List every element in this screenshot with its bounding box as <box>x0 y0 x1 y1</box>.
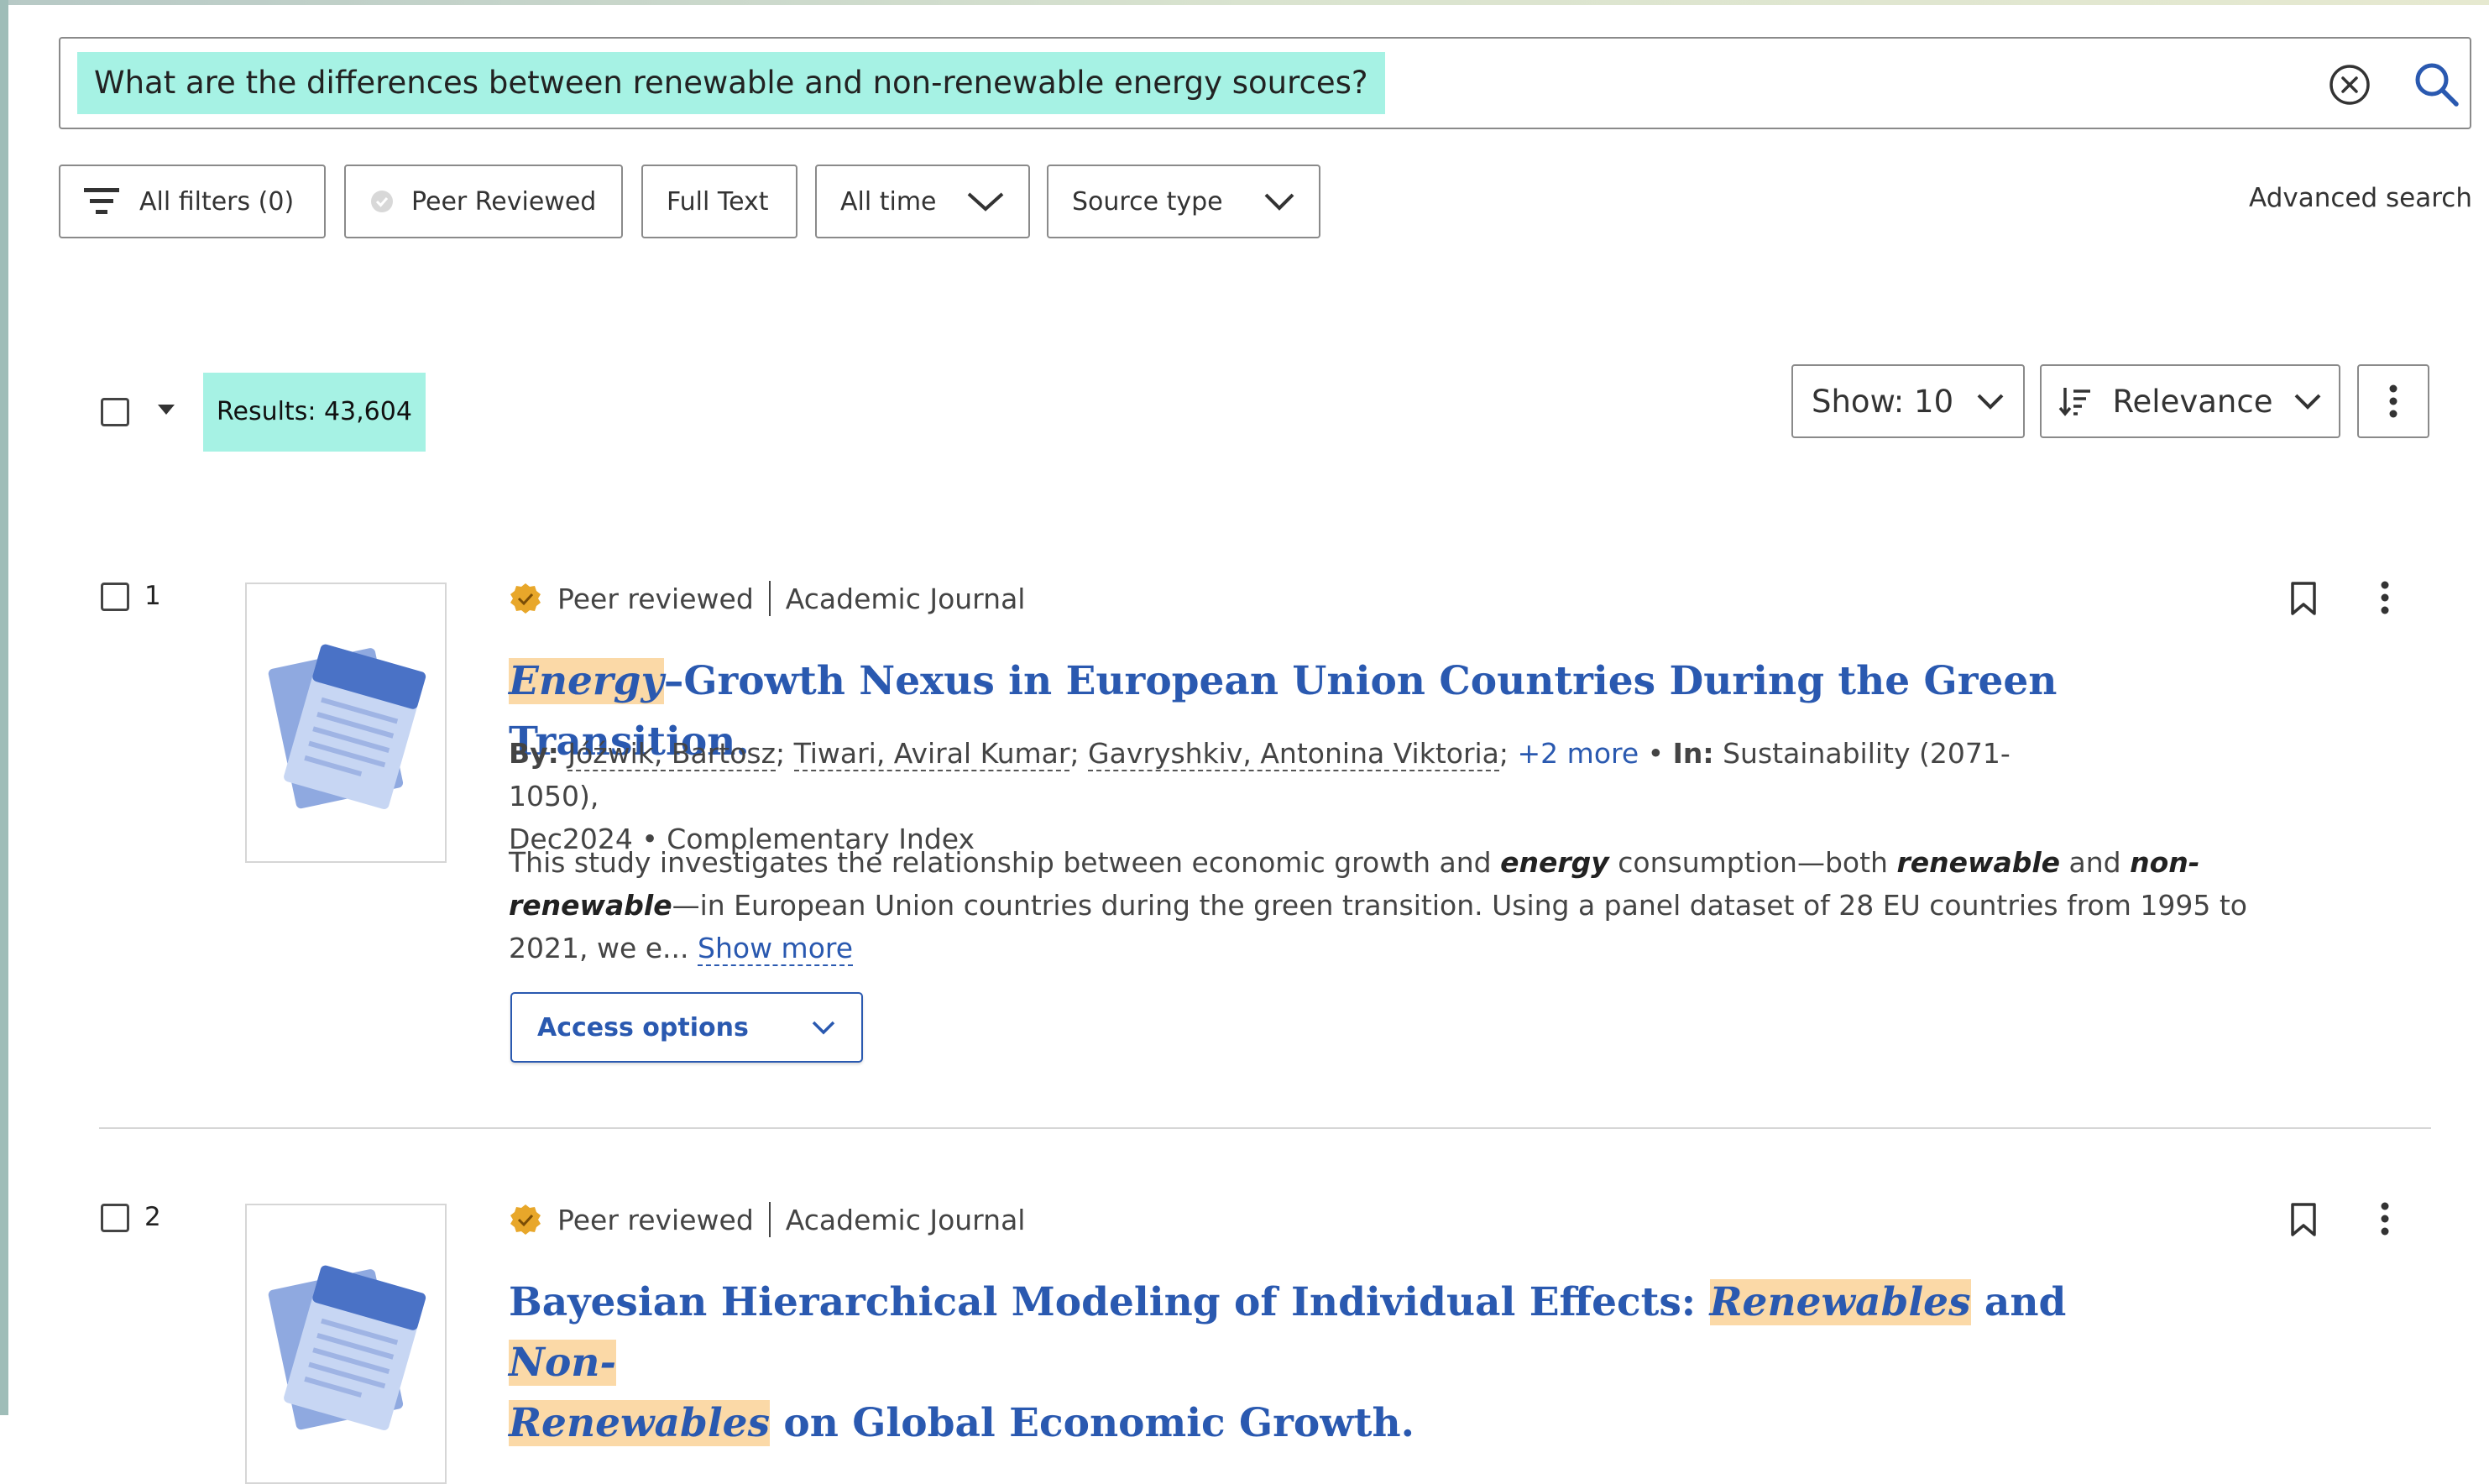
peer-reviewed-check-icon <box>371 191 393 212</box>
author-link[interactable]: Gavryshkiv, Antonina Viktoria <box>1088 737 1499 771</box>
bookmark-icon[interactable] <box>2290 581 2317 616</box>
select-menu-caret-icon[interactable] <box>156 403 176 416</box>
abstract-text: consumption—both <box>1608 846 1897 879</box>
chevron-down-icon <box>1977 394 2004 410</box>
abstract-text: This study investigates the relationship… <box>509 846 1501 879</box>
meta-separator <box>768 581 771 616</box>
result-meta: Peer reviewed Academic Journal <box>509 1202 1025 1237</box>
source-type-label: Source type <box>1072 186 1223 217</box>
chevron-down-icon <box>967 192 1004 212</box>
peer-reviewed-badge-icon <box>510 1204 541 1235</box>
title-highlight: Non- <box>509 1340 616 1386</box>
window-left-edge <box>0 0 8 1415</box>
advanced-search-link[interactable]: Advanced search <box>2249 183 2472 213</box>
more-vertical-icon[interactable] <box>2381 581 2389 614</box>
more-authors-link[interactable]: +2 more <box>1518 737 1639 770</box>
source-type-text: Academic Journal <box>785 582 1026 615</box>
date-range-dropdown[interactable]: All time <box>815 165 1030 238</box>
result-thumbnail[interactable] <box>245 583 447 863</box>
search-icon[interactable] <box>2411 59 2461 109</box>
sort-dropdown[interactable]: Relevance <box>2040 364 2340 438</box>
in-label: In: <box>1672 737 1714 770</box>
author-link[interactable]: Tiwari, Aviral Kumar <box>793 737 1070 771</box>
title-text: and <box>1970 1279 2067 1325</box>
access-options-label: Access options <box>537 1012 749 1042</box>
result-number: 1 <box>144 581 161 611</box>
meta-separator <box>768 1202 771 1237</box>
page-size-label: Show: 10 <box>1812 383 1954 420</box>
search-bar[interactable]: What are the differences between renewab… <box>59 37 2471 129</box>
title-text: on Global Economic Growth. <box>770 1400 1414 1446</box>
source-type-text: Academic Journal <box>785 1203 1026 1236</box>
access-options-dropdown[interactable]: Access options <box>510 992 863 1063</box>
title-highlight: Energy <box>509 658 664 704</box>
chevron-down-icon <box>2294 394 2321 410</box>
more-vertical-icon <box>2389 384 2397 418</box>
more-vertical-icon[interactable] <box>2381 1202 2389 1236</box>
window-top-edge <box>0 0 2489 5</box>
results-more-options-button[interactable] <box>2357 364 2429 438</box>
select-all-checkbox[interactable] <box>101 398 129 426</box>
all-filters-label: All filters (0) <box>139 186 295 217</box>
by-label: By: <box>509 737 559 770</box>
results-count: Results: 43,604 <box>203 373 426 452</box>
result-number: 2 <box>144 1202 161 1232</box>
full-text-label: Full Text <box>667 186 769 217</box>
chevron-down-icon <box>812 1021 835 1035</box>
document-icon <box>268 1265 426 1430</box>
result-abstract: This study investigates the relationship… <box>509 841 2280 969</box>
page-size-dropdown[interactable]: Show: 10 <box>1791 364 2025 438</box>
abstract-text: and <box>2060 846 2131 879</box>
title-highlight: Renewables <box>1709 1279 1971 1325</box>
peer-reviewed-toggle[interactable]: Peer Reviewed <box>344 165 623 238</box>
result-checkbox[interactable] <box>101 1204 129 1232</box>
title-text: Bayesian Hierarchical Modeling of Indivi… <box>509 1279 1710 1325</box>
chevron-down-icon <box>1264 193 1294 211</box>
filter-icon <box>84 188 119 214</box>
date-range-label: All time <box>840 186 937 217</box>
all-filters-button[interactable]: All filters (0) <box>59 165 326 238</box>
title-highlight: Renewables <box>509 1400 771 1446</box>
show-more-link[interactable]: Show more <box>698 932 854 966</box>
peer-reviewed-text: Peer reviewed <box>557 1203 754 1236</box>
author-link[interactable]: Jóźwik, Bartosz <box>567 737 776 771</box>
peer-reviewed-label: Peer Reviewed <box>411 186 597 217</box>
abstract-keyword: energy <box>1500 846 1609 879</box>
result-checkbox[interactable] <box>101 583 129 611</box>
result-meta: Peer reviewed Academic Journal <box>509 581 1025 616</box>
sort-label: Relevance <box>2112 383 2273 420</box>
bookmark-icon[interactable] <box>2290 1202 2317 1237</box>
result-divider <box>99 1127 2431 1129</box>
peer-reviewed-badge-icon <box>510 583 541 614</box>
peer-reviewed-text: Peer reviewed <box>557 582 754 615</box>
result-thumbnail[interactable] <box>245 1204 447 1484</box>
document-icon <box>268 644 426 809</box>
source-type-dropdown[interactable]: Source type <box>1047 165 1320 238</box>
abstract-keyword: renewable <box>1896 846 2061 879</box>
search-input[interactable]: What are the differences between renewab… <box>77 52 1385 114</box>
full-text-toggle[interactable]: Full Text <box>641 165 797 238</box>
result-title-link[interactable]: Bayesian Hierarchical Modeling of Indivi… <box>509 1272 2104 1454</box>
sort-icon <box>2058 388 2090 416</box>
clear-search-icon[interactable] <box>2327 62 2372 107</box>
